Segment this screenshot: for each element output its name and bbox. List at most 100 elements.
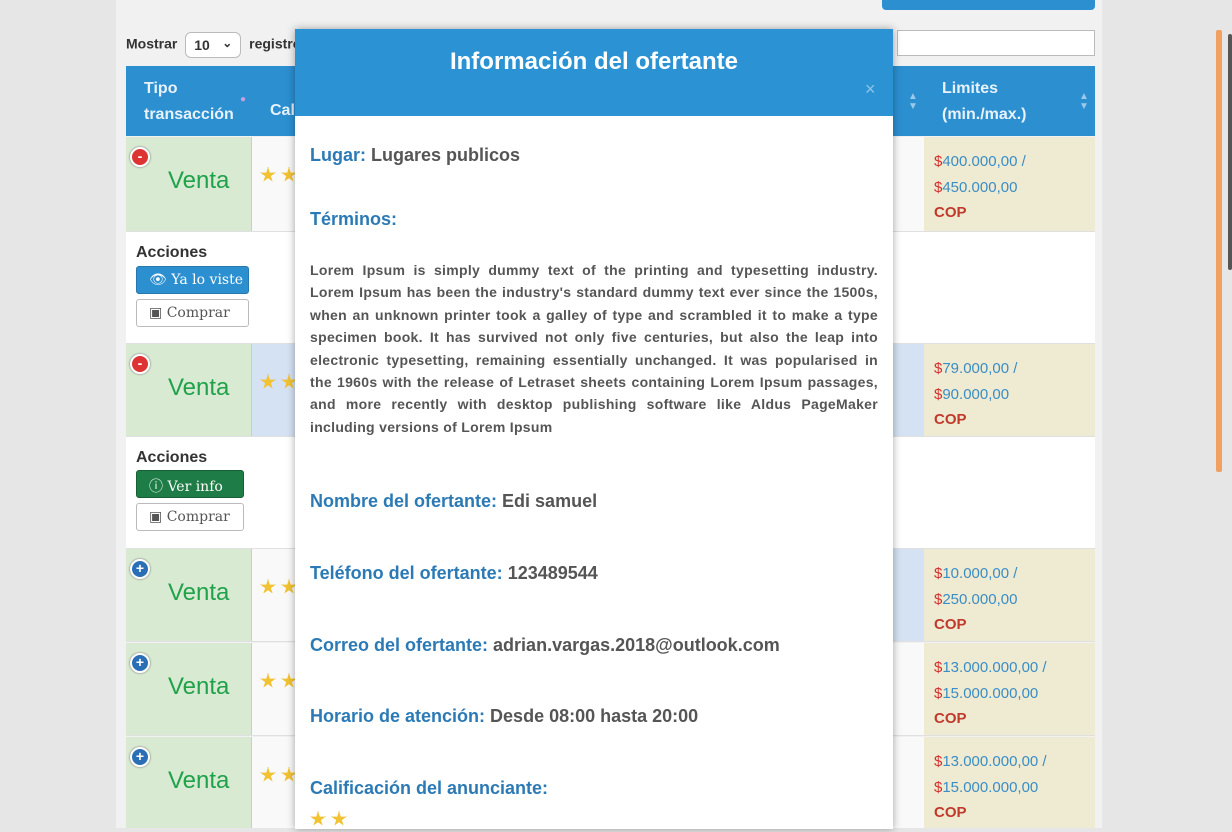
lugar-line: Lugar: Lugares publicos bbox=[310, 145, 520, 166]
header-limits-line1: Limites bbox=[942, 80, 999, 97]
nombre-value: Edi samuel bbox=[502, 491, 598, 511]
page-length-select[interactable]: 10 ⌄ bbox=[185, 32, 242, 58]
length-label: Mostrar bbox=[126, 35, 178, 52]
lugar-label: Lugar: bbox=[310, 145, 366, 165]
limit-min: 10.000,00 / bbox=[942, 565, 1018, 582]
actions-title: Acciones bbox=[136, 244, 208, 261]
type-cell: - Venta bbox=[126, 344, 252, 436]
close-icon[interactable]: × bbox=[865, 79, 876, 100]
type-cell: + Venta bbox=[126, 549, 252, 641]
limit-min: 13.000.000,00 / bbox=[942, 659, 1047, 676]
expand-toggle-icon[interactable]: + bbox=[130, 653, 150, 673]
chevron-down-icon: ⌄ bbox=[222, 36, 233, 50]
money-icon: ▣ bbox=[149, 509, 163, 525]
search-input[interactable] bbox=[897, 30, 1095, 56]
nombre-line: Nombre del ofertante: Edi samuel bbox=[310, 491, 597, 512]
limit-max: 90.000,00 bbox=[942, 385, 1010, 403]
telefono-label: Teléfono del ofertante: bbox=[310, 563, 503, 583]
top-action-button[interactable] bbox=[882, 0, 1095, 10]
limits-cell: $10.000,00 / $250.000,00 COP bbox=[924, 549, 1095, 641]
nombre-label: Nombre del ofertante: bbox=[310, 491, 498, 511]
length-label-suffix: registro bbox=[249, 35, 302, 52]
currency-code: COP bbox=[934, 804, 967, 821]
star-icon bbox=[260, 374, 276, 389]
sort-icon: ▲ ▼ bbox=[1079, 91, 1089, 112]
calificacion-line: Calificación del anunciante: bbox=[310, 778, 548, 799]
correo-line: Correo del ofertante: adrian.vargas.2018… bbox=[310, 635, 780, 656]
header-type-line1: Tipo bbox=[144, 80, 178, 97]
limit-max: 15.000.000,00 bbox=[942, 684, 1039, 702]
horario-value: Desde 08:00 hasta 20:00 bbox=[490, 706, 699, 726]
limit-max: 450.000,00 bbox=[942, 178, 1018, 196]
sort-icon: ▲ ▼ bbox=[908, 91, 918, 112]
type-cell: + Venta bbox=[126, 643, 252, 735]
telefono-line: Teléfono del ofertante: 123489544 bbox=[310, 563, 598, 584]
view-info-button[interactable]: ⓘ Ver info bbox=[136, 470, 244, 498]
seen-button[interactable]: 👁 Ya lo viste bbox=[136, 266, 249, 294]
currency-code: COP bbox=[934, 616, 967, 633]
expand-toggle-icon[interactable]: + bbox=[130, 747, 150, 767]
limits-cell: $79.000,00 / $90.000,00 COP bbox=[924, 344, 1095, 436]
type-cell: - Venta bbox=[126, 137, 252, 231]
limits-cell: $13.000.000,00 / $15.000.000,00 COP bbox=[924, 643, 1095, 735]
star-icon bbox=[331, 811, 347, 826]
collapse-toggle-icon[interactable]: - bbox=[130, 147, 150, 167]
correo-label: Correo del ofertante: bbox=[310, 635, 489, 655]
terminos-label: Términos: bbox=[310, 209, 398, 229]
buy-button[interactable]: ▣ Comprar bbox=[136, 299, 249, 327]
actions-title: Acciones bbox=[136, 449, 208, 466]
horario-label: Horario de atención: bbox=[310, 706, 486, 726]
info-icon: ⓘ bbox=[149, 479, 163, 495]
currency-code: COP bbox=[934, 411, 967, 428]
eye-icon: 👁 bbox=[149, 272, 167, 288]
star-icon bbox=[310, 811, 326, 826]
seen-button-label: Ya lo viste bbox=[171, 272, 244, 288]
scrollbar-thumb[interactable] bbox=[1228, 34, 1232, 270]
star-icon bbox=[260, 167, 276, 182]
limit-max: 250.000,00 bbox=[942, 590, 1018, 608]
limit-min: 13.000.000,00 / bbox=[942, 753, 1047, 770]
transaction-type: Venta bbox=[168, 673, 230, 700]
modal-header: Información del ofertante × bbox=[295, 29, 893, 116]
buy-button[interactable]: ▣ Comprar bbox=[136, 503, 244, 531]
collapse-toggle-icon[interactable]: - bbox=[130, 354, 150, 374]
limit-min: 79.000,00 / bbox=[942, 360, 1018, 377]
limits-cell: $13.000.000,00 / $15.000.000,00 COP bbox=[924, 737, 1095, 828]
transaction-type: Venta bbox=[168, 767, 230, 794]
currency-code: COP bbox=[934, 204, 967, 221]
limit-min: 400.000,00 / bbox=[942, 153, 1026, 170]
page-length-control: Mostrar 10 ⌄ registro bbox=[126, 32, 301, 58]
header-rating[interactable]: Cal bbox=[270, 102, 295, 120]
header-type-line2: transacción bbox=[144, 106, 234, 123]
cell-highlight bbox=[893, 549, 924, 641]
lugar-value: Lugares publicos bbox=[371, 145, 521, 165]
currency-code: COP bbox=[934, 710, 967, 727]
limit-max: 15.000.000,00 bbox=[942, 778, 1039, 796]
transaction-type: Venta bbox=[168, 579, 230, 606]
correo-value: adrian.vargas.2018@outlook.com bbox=[493, 635, 780, 655]
star-icon bbox=[260, 673, 276, 688]
type-cell: + Venta bbox=[126, 737, 252, 828]
transaction-type: Venta bbox=[168, 374, 230, 401]
header-limits[interactable]: Limites (min./max.) bbox=[942, 76, 1026, 128]
view-info-button-label: Ver info bbox=[167, 479, 223, 495]
telefono-value: 123489544 bbox=[507, 563, 598, 583]
expand-toggle-icon[interactable]: + bbox=[130, 559, 150, 579]
modal-title: Información del ofertante bbox=[449, 48, 739, 75]
sort-icon: ● bbox=[240, 94, 247, 105]
limits-cell: $400.000,00 / $450.000,00 COP bbox=[924, 137, 1095, 231]
money-icon: ▣ bbox=[149, 305, 163, 321]
buy-button-label: Comprar bbox=[166, 305, 230, 321]
terminos-text: Lorem Ipsum is simply dummy text of the … bbox=[310, 262, 878, 435]
buy-button-label: Comprar bbox=[166, 509, 230, 525]
star-icon bbox=[260, 579, 276, 594]
offerer-info-modal: Información del ofertante × Lugar: Lugar… bbox=[295, 29, 893, 829]
transaction-type: Venta bbox=[168, 167, 230, 194]
header-limits-line2: (min./max.) bbox=[942, 106, 1027, 123]
calificacion-label: Calificación del anunciante: bbox=[310, 778, 549, 798]
horario-line: Horario de atención: Desde 08:00 hasta 2… bbox=[310, 706, 698, 727]
terminos-line: Términos: bbox=[310, 209, 397, 230]
calificacion-stars bbox=[310, 811, 352, 832]
header-type[interactable]: Tipo transacción bbox=[144, 76, 234, 128]
page-length-value: 10 bbox=[194, 37, 210, 53]
